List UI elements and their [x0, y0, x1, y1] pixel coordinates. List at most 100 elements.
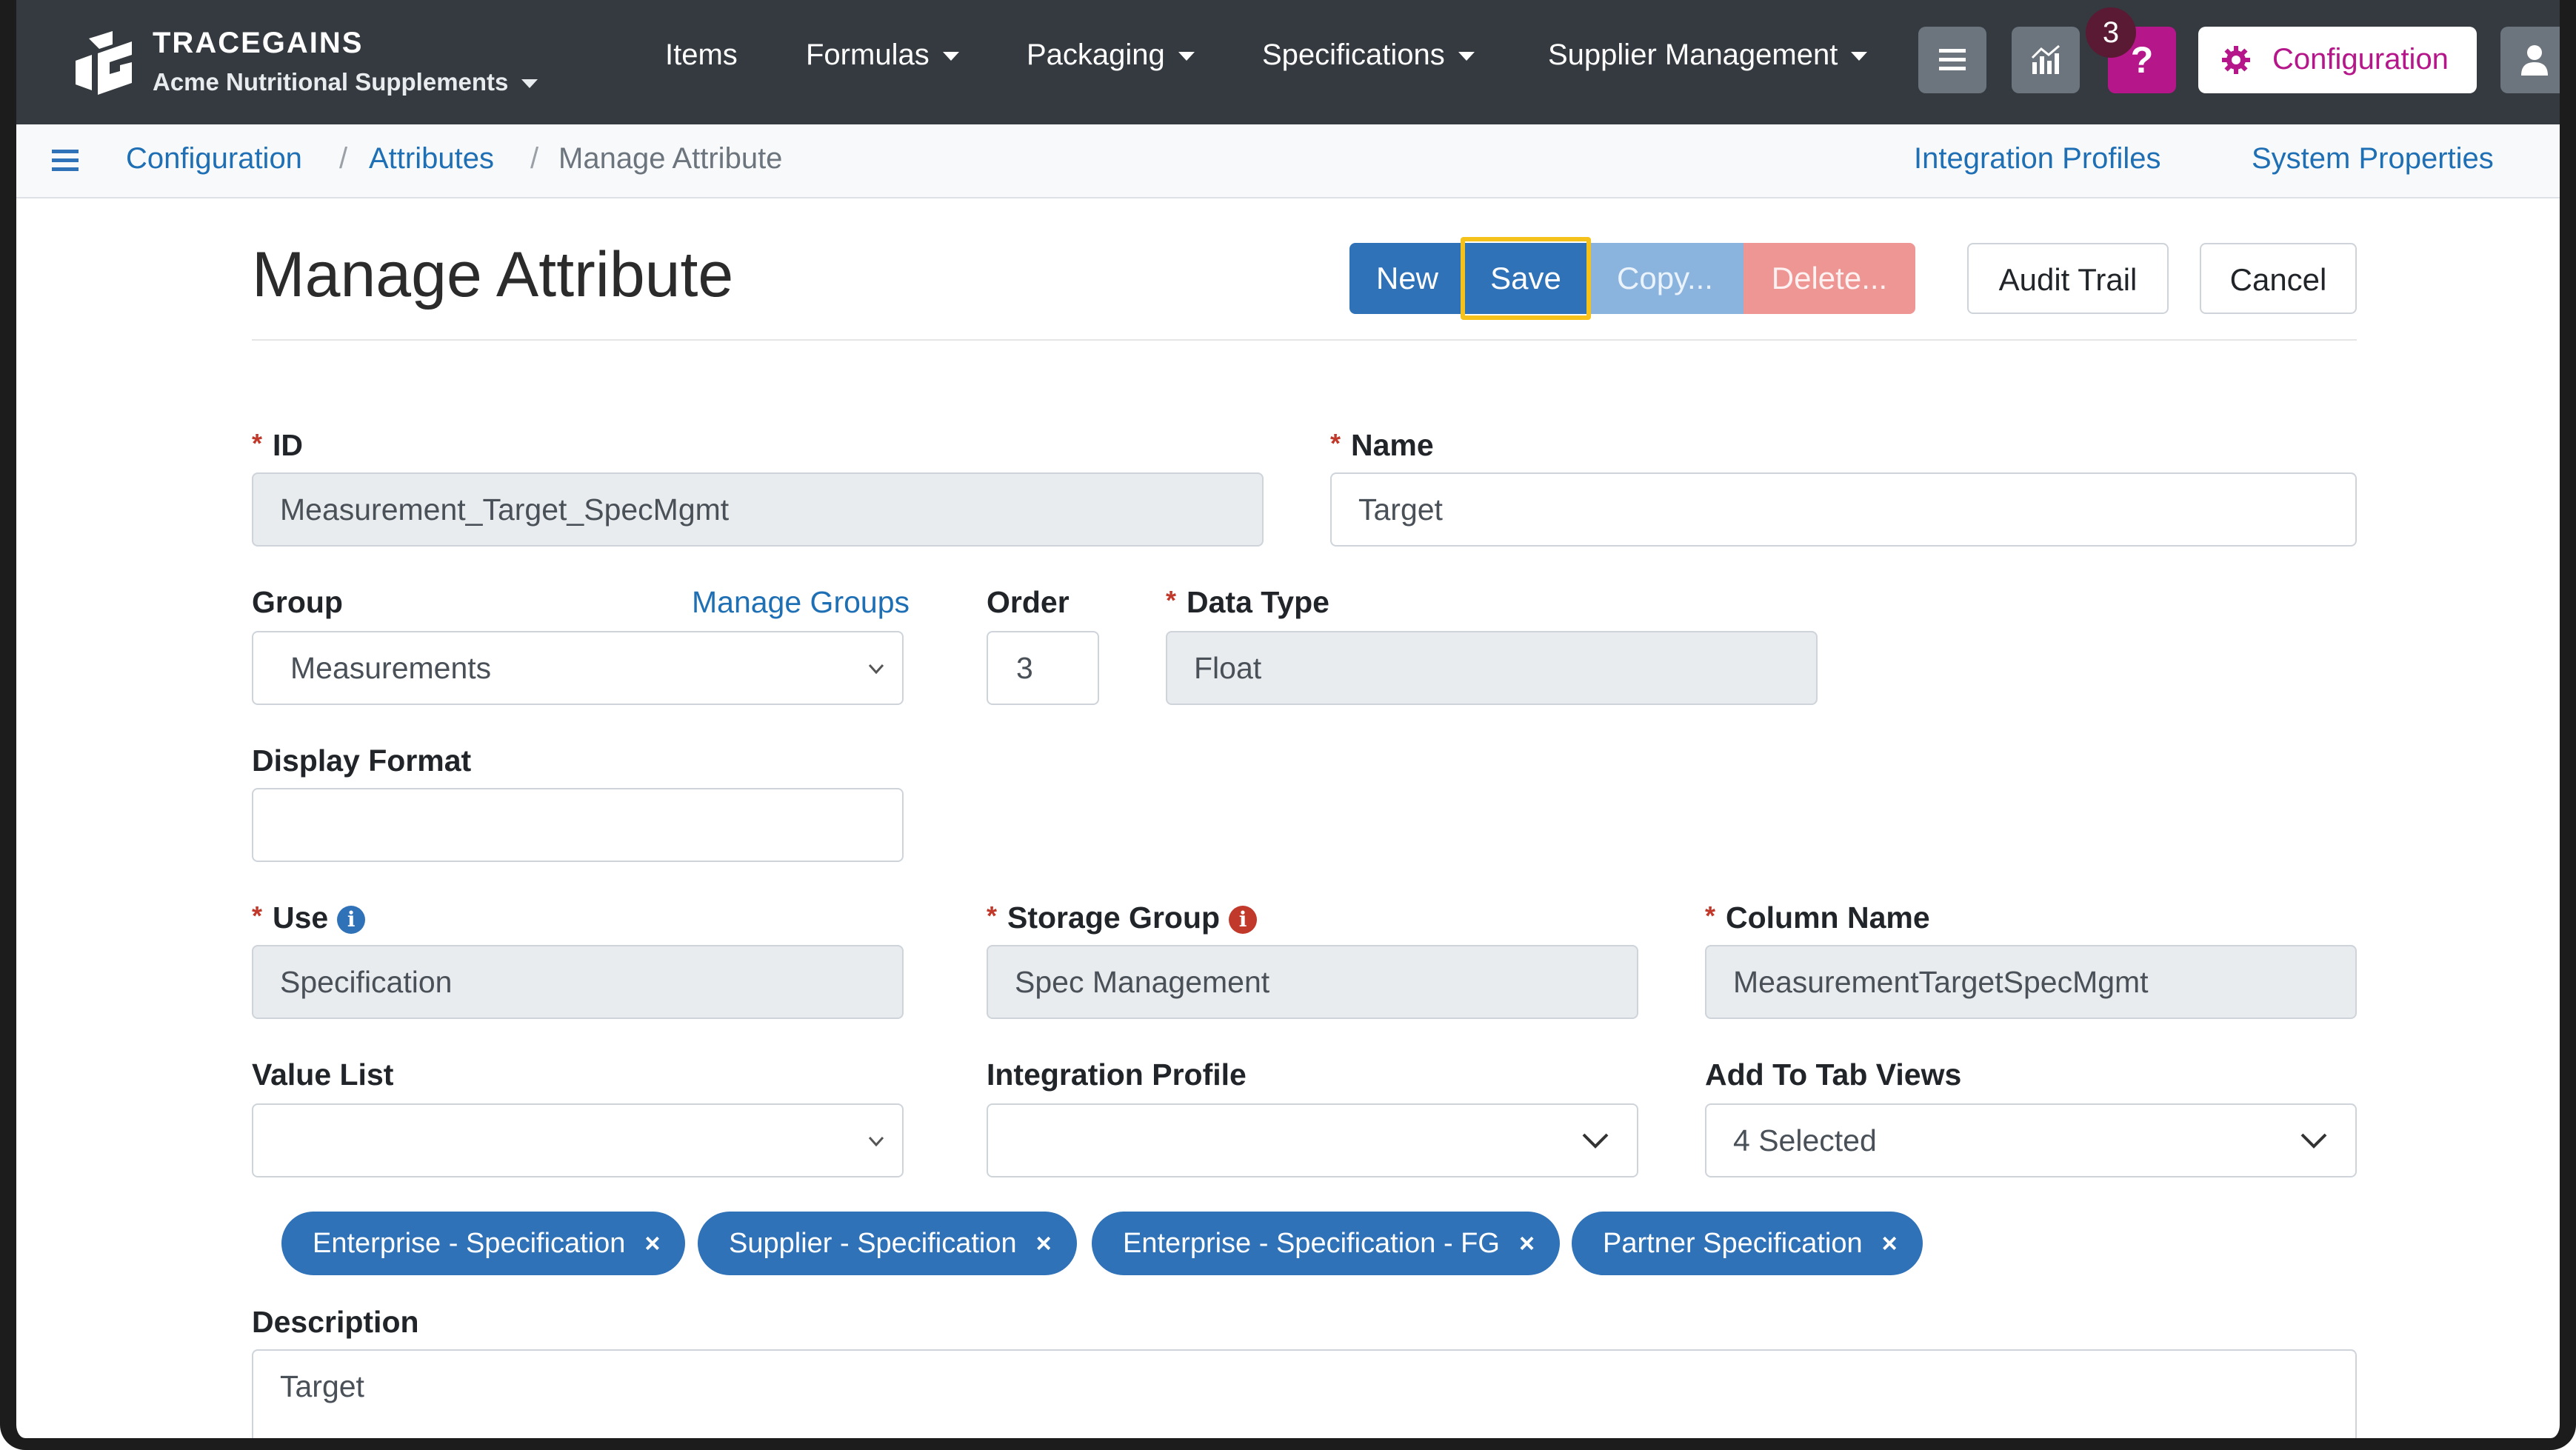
new-button[interactable]: New [1349, 243, 1465, 314]
required-marker: * [987, 901, 998, 931]
group-label: Group [252, 585, 343, 619]
close-icon[interactable]: × [1036, 1228, 1052, 1258]
chevron-down-icon [942, 52, 959, 61]
chip-label: Enterprise - Specification [313, 1228, 626, 1259]
name-input[interactable]: Target [1330, 472, 2357, 547]
nav-specifications[interactable]: Specifications [1262, 39, 1475, 72]
brand-name[interactable]: TRACEGAINS [153, 27, 363, 60]
value-list-select[interactable] [252, 1103, 904, 1177]
app-window: TRACEGAINS Acme Nutritional Supplements … [0, 0, 2576, 1450]
storage-group-label-text: Storage Group [1007, 901, 1221, 935]
name-label-text: Name [1351, 428, 1434, 462]
nav-items[interactable]: Items [665, 39, 738, 72]
order-input[interactable]: 3 [987, 631, 1099, 705]
configuration-button[interactable]: Configuration [2198, 27, 2477, 93]
nav-packaging[interactable]: Packaging [1027, 39, 1195, 72]
id-label: * ID [252, 428, 303, 463]
close-icon[interactable]: × [644, 1228, 660, 1258]
data-type-label-text: Data Type [1187, 585, 1329, 619]
chevron-down-icon [868, 1136, 884, 1147]
data-type-field[interactable]: Float [1166, 631, 1818, 705]
org-switcher[interactable]: Acme Nutritional Supplements [153, 68, 538, 96]
tab-view-chip[interactable]: Supplier - Specification × [698, 1212, 1077, 1275]
gear-icon [2222, 46, 2250, 74]
integration-profiles-link[interactable]: Integration Profiles [1914, 142, 2161, 176]
required-marker: * [252, 901, 263, 931]
chip-label: Supplier - Specification [729, 1228, 1017, 1259]
column-name-field[interactable]: MeasurementTargetSpecMgmt [1705, 945, 2357, 1019]
chevron-down-icon [1458, 52, 1475, 61]
sidebar-toggle-icon[interactable] [50, 147, 80, 175]
notification-badge[interactable]: 3 [2086, 7, 2136, 58]
audit-trail-button[interactable]: Audit Trail [1967, 243, 2169, 314]
column-name-label: * Column Name [1705, 901, 1930, 935]
name-label: * Name [1330, 428, 1434, 463]
required-marker: * [1705, 901, 1716, 931]
nav-formulas[interactable]: Formulas [806, 39, 959, 72]
data-type-label: * Data Type [1166, 585, 1329, 620]
tab-views-label: Add To Tab Views [1705, 1058, 1962, 1092]
cancel-button[interactable]: Cancel [2200, 243, 2357, 314]
user-icon [2521, 45, 2548, 76]
logo-icon[interactable] [67, 25, 141, 99]
description-textarea[interactable]: Target [252, 1349, 2357, 1438]
tab-view-chip[interactable]: Enterprise - Specification × [281, 1212, 686, 1275]
required-marker: * [1330, 428, 1341, 458]
close-icon[interactable]: × [1882, 1228, 1898, 1258]
breadcrumb-configuration[interactable]: Configuration [126, 142, 302, 176]
nav-specifications-label: Specifications [1262, 39, 1445, 71]
storage-group-field[interactable]: Spec Management [987, 945, 1638, 1019]
display-format-input[interactable] [252, 788, 904, 862]
system-properties-link[interactable]: System Properties [2252, 142, 2494, 176]
tab-view-chip[interactable]: Enterprise - Specification - FG × [1092, 1212, 1560, 1275]
breadcrumb-separator: / [339, 142, 348, 175]
required-marker: * [1166, 585, 1177, 615]
breadcrumb-attributes[interactable]: Attributes [369, 142, 494, 176]
user-button[interactable] [2500, 27, 2560, 93]
use-field[interactable]: Specification [252, 945, 904, 1019]
nav-supplier-management[interactable]: Supplier Management [1548, 39, 1868, 72]
chip-label: Partner Specification [1603, 1228, 1863, 1259]
display-format-label: Display Format [252, 744, 472, 778]
chevron-down-icon [868, 664, 884, 675]
chevron-down-icon [2300, 1133, 2327, 1149]
breadcrumb: Configuration / Attributes / Manage Attr… [16, 124, 2560, 198]
top-navbar: TRACEGAINS Acme Nutritional Supplements … [16, 0, 2560, 124]
use-label-text: Use [273, 901, 329, 935]
org-name: Acme Nutritional Supplements [153, 68, 509, 96]
menu-button[interactable] [1918, 27, 1986, 93]
save-highlight [1461, 237, 1591, 320]
storage-group-label: * Storage Group i [987, 901, 1258, 935]
page-title: Manage Attribute [252, 239, 734, 310]
copy-button[interactable]: Copy... [1586, 243, 1744, 314]
menu-icon [1939, 49, 1966, 70]
chip-label: Enterprise - Specification - FG [1123, 1228, 1500, 1259]
use-label: * Use i [252, 901, 366, 935]
breadcrumb-separator: / [530, 142, 539, 175]
column-name-label-text: Column Name [1726, 901, 1930, 935]
analytics-button[interactable] [2012, 27, 2080, 93]
chevron-down-icon [1582, 1133, 1609, 1149]
configuration-label: Configuration [2272, 43, 2449, 76]
info-icon[interactable]: i [337, 906, 366, 935]
chevron-down-icon [1178, 52, 1195, 61]
breadcrumb-current: Manage Attribute [558, 142, 783, 175]
tab-views-value: 4 Selected [1733, 1123, 1877, 1157]
delete-button[interactable]: Delete... [1744, 243, 1915, 314]
group-select[interactable]: Measurements [252, 631, 904, 705]
manage-groups-link[interactable]: Manage Groups [692, 585, 910, 620]
close-icon[interactable]: × [1519, 1228, 1535, 1258]
id-field[interactable]: Measurement_Target_SpecMgmt [252, 472, 1264, 547]
group-select-value: Measurements [290, 651, 492, 685]
chevron-down-icon [1851, 52, 1868, 61]
info-icon[interactable]: i [1229, 906, 1258, 935]
tab-view-chip[interactable]: Partner Specification × [1572, 1212, 1923, 1275]
order-label: Order [987, 585, 1070, 619]
nav-packaging-label: Packaging [1027, 39, 1165, 71]
required-marker: * [252, 428, 263, 458]
tab-views-multiselect[interactable]: 4 Selected [1705, 1103, 2357, 1177]
nav-supplier-management-label: Supplier Management [1548, 39, 1838, 71]
header-divider [252, 339, 2357, 341]
integration-profile-select[interactable] [987, 1103, 1638, 1177]
analytics-icon [2031, 44, 2060, 74]
